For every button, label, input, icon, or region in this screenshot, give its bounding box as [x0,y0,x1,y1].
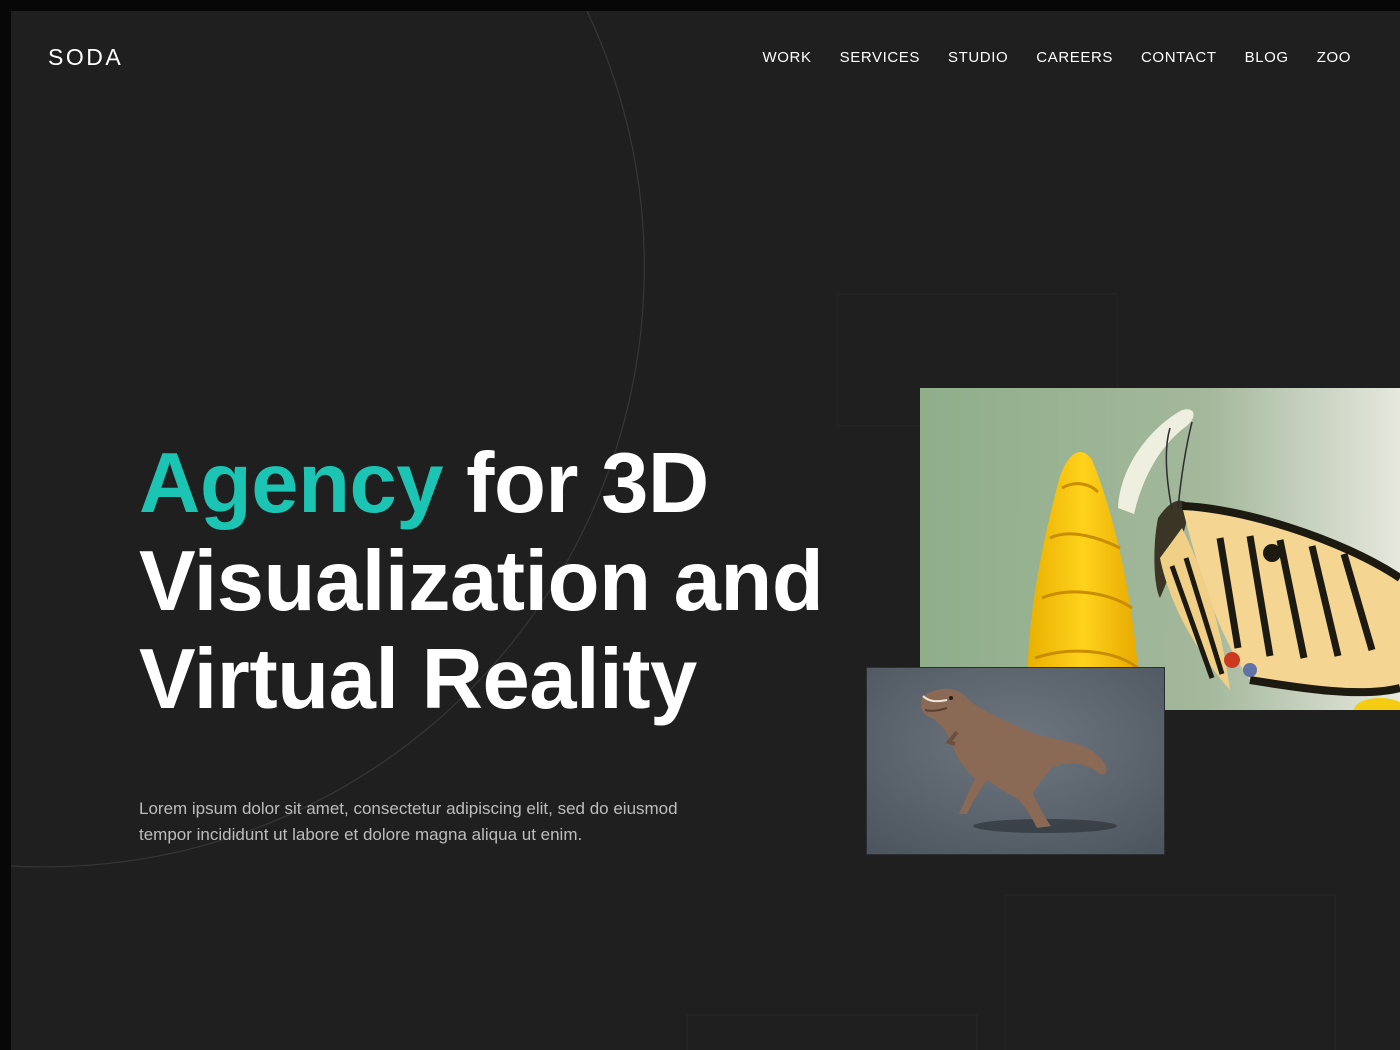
page: SODA WORK SERVICES STUDIO CAREERS CONTAC… [11,11,1400,1050]
hero-description: Lorem ipsum dolor sit amet, consectetur … [139,796,739,848]
nav-item-blog[interactable]: BLOG [1245,49,1289,66]
dinosaur-image [866,667,1165,855]
hero-title-accent: Agency [139,436,444,531]
nav-item-services[interactable]: SERVICES [840,49,920,66]
hero-title-line2: Visualization and [139,534,824,629]
nav-item-contact[interactable]: CONTACT [1141,49,1217,66]
hero-title-line3: Virtual Reality [139,632,697,727]
hero-title: Agency for 3D Visualization and Virtual Re… [139,435,879,729]
nav-item-zoo[interactable]: ZOO [1317,49,1351,66]
nav-item-studio[interactable]: STUDIO [948,49,1008,66]
main-nav: WORK SERVICES STUDIO CAREERS CONTACT BLO… [763,49,1351,66]
hero-description-line1: Lorem ipsum dolor sit amet, consectetur … [139,799,678,818]
hero-description-line2: tempor incididunt ut labore et dolore ma… [139,825,583,844]
butterfly-image [920,388,1400,710]
logo[interactable]: SODA [48,44,123,71]
nav-item-work[interactable]: WORK [763,49,812,66]
nav-item-careers[interactable]: CAREERS [1036,49,1113,66]
hero-title-line1-rest: for 3D [443,436,709,531]
